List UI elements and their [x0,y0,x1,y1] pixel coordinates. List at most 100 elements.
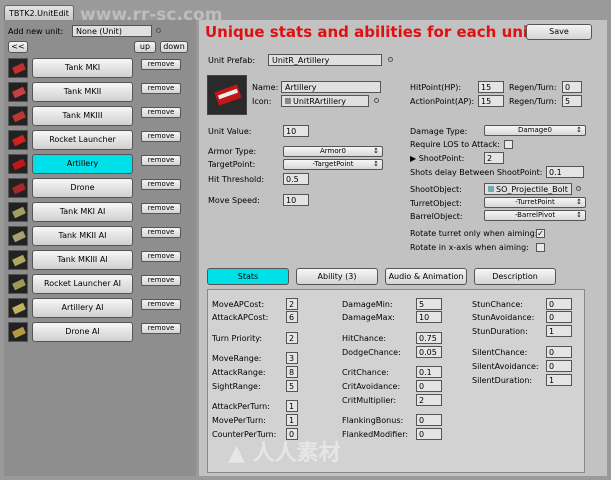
stat-label: SightRange: [212,382,261,391]
stat-field[interactable]: 0 [546,346,572,358]
prefab-field[interactable]: UnitR_Artillery [268,54,382,66]
unit-list-item[interactable]: Rocket Launcher [32,130,133,150]
name-field[interactable]: Artillery [281,81,381,93]
stat-field[interactable]: 2 [286,332,298,344]
ap-regen-label: Regen/Turn: [509,97,557,106]
unit-thumbnail-icon [8,82,28,102]
shoot-object-field[interactable]: SO_Projectile_Bolt [484,183,572,195]
turret-object-dropdown[interactable]: -TurretPoint [484,197,586,208]
stat-field[interactable]: 0 [416,414,442,426]
stat-field[interactable]: 0 [416,428,442,440]
unit-list-item[interactable]: Artillery AI [32,298,133,318]
stat-field[interactable]: 0 [416,380,442,392]
unit-list-item[interactable]: Drone [32,178,133,198]
tab-description[interactable]: Description [474,268,556,285]
hp-field[interactable]: 15 [478,81,504,93]
barrel-object-dropdown[interactable]: -BarrelPivot [484,210,586,221]
unit-thumbnail-icon [8,250,28,270]
ap-field[interactable]: 15 [478,95,504,107]
remove-unit-button[interactable]: remove [141,323,181,334]
icon-field[interactable]: UnitRArtillery [281,95,369,107]
ap-regen-field[interactable]: 5 [562,95,582,107]
unit-thumbnail-icon [8,178,28,198]
unit-list-item[interactable]: Rocket Launcher AI [32,274,133,294]
remove-unit-button[interactable]: remove [141,227,181,238]
hp-regen-label: Regen/Turn: [509,83,557,92]
move-speed-field[interactable]: 10 [283,194,309,206]
remove-unit-button[interactable]: remove [141,275,181,286]
stat-field[interactable]: 0 [546,360,572,372]
stat-field[interactable]: 1 [546,325,572,337]
stat-field[interactable]: 0.05 [416,346,442,358]
remove-unit-button[interactable]: remove [141,179,181,190]
object-picker-icon[interactable] [576,186,581,191]
unit-list-item[interactable]: Tank MKIII AI [32,250,133,270]
remove-unit-button[interactable]: remove [141,251,181,262]
unit-portrait-icon [207,75,247,115]
window-title-tab[interactable]: TBTK2.UnitEdit [4,5,74,21]
back-button[interactable]: << [8,41,28,53]
save-button[interactable]: Save [526,24,592,40]
stat-field[interactable]: 6 [286,311,298,323]
rotate-aim-checkbox[interactable]: ✓ [536,229,545,238]
require-los-checkbox[interactable] [504,140,513,149]
unit-list-item[interactable]: Tank MKI AI [32,202,133,222]
shoot-point-field[interactable]: 2 [484,152,504,164]
remove-unit-button[interactable]: remove [141,59,181,70]
remove-unit-button[interactable]: remove [141,131,181,142]
object-picker-icon[interactable] [374,98,379,103]
unit-list-item[interactable]: Tank MKI [32,58,133,78]
ap-label: ActionPoint(AP): [410,97,475,106]
remove-unit-button[interactable]: remove [141,203,181,214]
down-button[interactable]: down [160,41,188,53]
stat-field[interactable]: 1 [286,400,298,412]
unit-list-item[interactable]: Tank MKIII [32,106,133,126]
remove-unit-button[interactable]: remove [141,155,181,166]
prefab-label: Unit Prefab: [208,56,256,65]
stat-field[interactable]: 3 [286,352,298,364]
stat-label: SilentChance: [472,348,528,357]
stat-field[interactable]: 0.75 [416,332,442,344]
shots-delay-field[interactable]: 0.1 [546,166,584,178]
stat-field[interactable]: 1 [546,374,572,386]
unit-list-item[interactable]: Tank MKII AI [32,226,133,246]
unit-list-item[interactable]: Artillery [32,154,133,174]
stat-field[interactable]: 2 [416,394,442,406]
stat-label: HitChance: [342,334,387,343]
unit-value-field[interactable]: 10 [283,125,309,137]
hit-threshold-field[interactable]: 0.5 [283,173,309,185]
stat-field[interactable]: 1 [286,414,298,426]
foldout-arrow-icon[interactable]: ▶ [410,154,419,163]
stat-field[interactable]: 10 [416,311,442,323]
stat-label: MoveRange: [212,354,262,363]
target-point-dropdown[interactable]: -TargetPoint [283,159,383,170]
remove-unit-button[interactable]: remove [141,83,181,94]
stat-label: AttackRange: [212,368,266,377]
armor-type-dropdown[interactable]: Armor0 [283,146,383,157]
barrel-object-label: BarrelObject: [410,212,463,221]
unit-list-item[interactable]: Drone AI [32,322,133,342]
stat-field[interactable]: 0 [546,311,572,323]
object-picker-icon[interactable] [156,28,161,33]
stat-field[interactable]: 2 [286,298,298,310]
tab-audio-animation[interactable]: Audio & Animation [385,268,467,285]
up-button[interactable]: up [134,41,156,53]
tab-stats[interactable]: Stats [207,268,289,285]
object-picker-icon[interactable] [388,57,393,62]
remove-unit-button[interactable]: remove [141,299,181,310]
remove-unit-button[interactable]: remove [141,107,181,118]
damage-type-dropdown[interactable]: Damage0 [484,125,586,136]
stat-field[interactable]: 0 [546,298,572,310]
stat-field[interactable]: 5 [286,380,298,392]
add-unit-field[interactable]: None (Unit) [72,25,152,37]
rotate-x-checkbox[interactable] [536,243,545,252]
stat-label: Turn Priority: [212,334,263,343]
stat-field[interactable]: 0.1 [416,366,442,378]
stat-label: CritMultiplier: [342,396,397,405]
shoot-object-label: ShootObject: [410,185,462,194]
hp-regen-field[interactable]: 0 [562,81,582,93]
unit-list-item[interactable]: Tank MKII [32,82,133,102]
stat-field[interactable]: 5 [416,298,442,310]
stat-field[interactable]: 8 [286,366,298,378]
tab-ability[interactable]: Ability (3) [296,268,378,285]
